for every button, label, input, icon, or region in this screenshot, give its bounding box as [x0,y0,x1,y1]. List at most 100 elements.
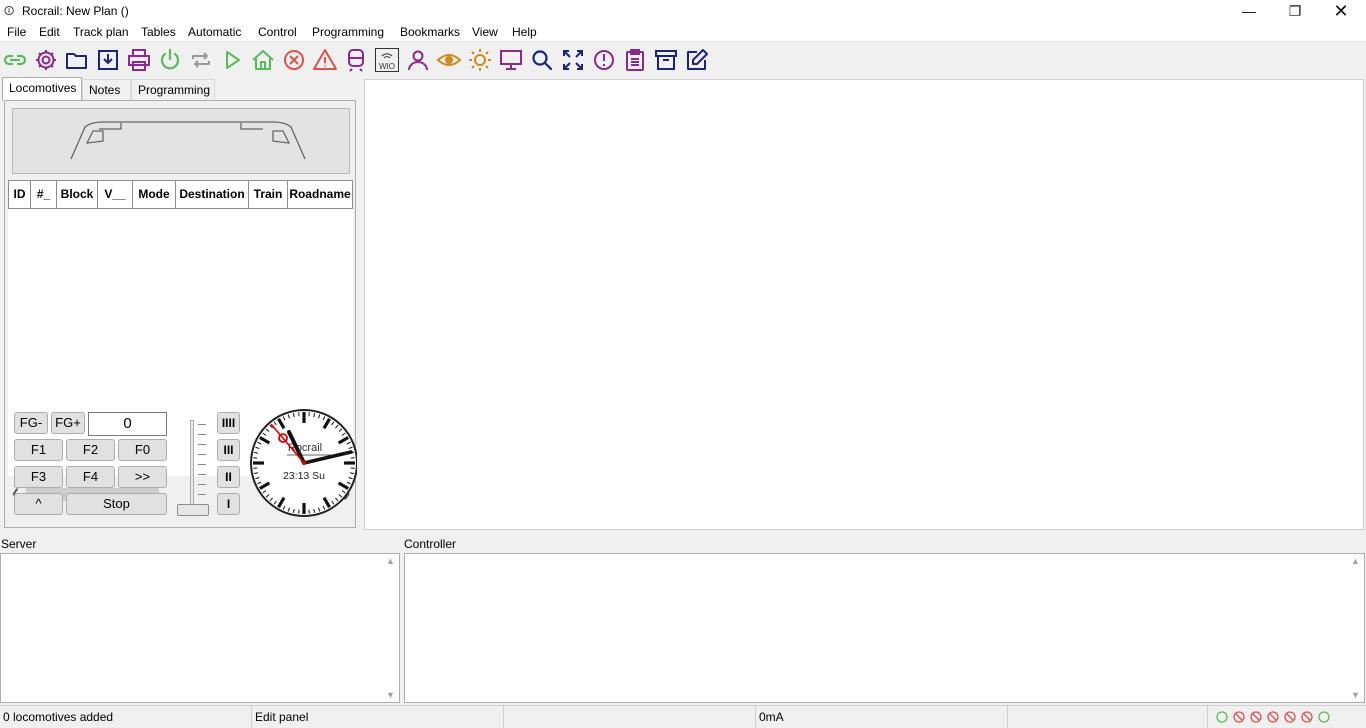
menu-help[interactable]: Help [512,25,537,39]
title-bar: 🛈 Rocrail: New Plan () — ❐ ✕ [0,0,1366,22]
menu-tables[interactable]: Tables [141,25,176,39]
menu-bookmarks[interactable]: Bookmarks [400,25,460,39]
direction-button[interactable]: ^ [14,493,63,515]
status-blocked-icon [1233,711,1245,723]
column-header-mode[interactable]: Mode [132,180,176,209]
column-header-block[interactable]: Block [56,180,98,209]
open-folder-icon[interactable] [64,47,90,73]
tab-notes[interactable]: Notes [82,79,131,101]
edit-icon[interactable] [684,47,710,73]
f2-button[interactable]: F2 [66,439,115,461]
settings-icon[interactable] [33,47,59,73]
server-log-scrollbar[interactable]: ▲ ▼ [382,554,399,702]
scroll-down-icon[interactable]: ▼ [386,690,395,700]
scroll-down-icon[interactable]: ▼ [1351,690,1360,700]
column-header-roadname[interactable]: Roadname [287,180,353,209]
menu-programming[interactable]: Programming [312,25,384,39]
menu-view[interactable]: View [472,25,498,39]
tab-locomotives[interactable]: Locomotives [2,77,82,101]
info-icon[interactable] [591,47,617,73]
play-icon[interactable] [219,47,245,73]
scroll-up-icon[interactable]: ▲ [386,556,395,566]
minimize-button[interactable]: — [1226,0,1272,22]
column-header-train[interactable]: Train [248,180,288,209]
status-bar: 0 locomotives added Edit panel 0mA [0,705,1366,728]
power-icon[interactable] [157,47,183,73]
fg-plus-button[interactable]: FG+ [51,412,85,434]
f4-button[interactable]: F4 [66,466,115,488]
speed-input[interactable]: 0 [88,412,167,436]
restore-button[interactable]: ❐ [1272,0,1318,22]
controller-log-scrollbar[interactable]: ▲ ▼ [1347,554,1364,702]
column-header-id[interactable]: ID [8,180,31,209]
clipboard-icon[interactable] [622,47,648,73]
speed-slider[interactable] [190,420,194,512]
more-functions-button[interactable]: >> [118,466,167,488]
server-log[interactable]: ▲ ▼ [0,553,400,703]
slider-tick [198,434,206,435]
locomotive-image[interactable] [12,108,350,174]
menu-track-plan[interactable]: Track plan [73,25,129,39]
menu-file[interactable]: File [7,25,26,39]
status-blocked-icon [1267,711,1279,723]
menu-control[interactable]: Control [258,25,297,39]
monitor-icon[interactable] [498,47,524,73]
scroll-up-icon[interactable]: ▲ [1351,556,1360,566]
toolbar: WIO [0,43,1366,77]
fg-minus-button[interactable]: FG- [14,412,48,434]
status-mode: Edit panel [252,706,504,728]
gear-4-button[interactable]: IIII [217,412,240,434]
speed-slider-handle[interactable] [177,504,209,516]
f1-button[interactable]: F1 [14,439,63,461]
search-icon[interactable] [529,47,555,73]
status-empty [504,706,756,728]
wio-icon[interactable]: WIO [374,47,400,73]
f3-button[interactable]: F3 [14,466,63,488]
window-title: Rocrail: New Plan () [22,4,129,18]
user-icon[interactable] [405,47,431,73]
stop-icon[interactable] [281,47,307,73]
status-ok-icon [1318,711,1330,723]
home-icon[interactable] [250,47,276,73]
slider-tick [198,484,206,485]
sun-icon[interactable] [467,47,493,73]
gear-2-button[interactable]: II [217,466,240,488]
status-ok-icon [1216,711,1228,723]
station-clock[interactable]: Rocrail 23:13 Su [249,406,358,520]
slider-tick [198,424,206,425]
server-label: Server [1,537,37,551]
menu-automatic[interactable]: Automatic [188,25,241,39]
tab-label: Notes [89,83,121,97]
print-icon[interactable] [126,47,152,73]
column-header-number[interactable]: #_ [30,180,57,209]
slider-tick [198,474,206,475]
clock-time-text: 23:13 Su [283,470,325,482]
tab-programming[interactable]: Programming [131,79,215,101]
menu-edit[interactable]: Edit [39,25,60,39]
column-header-speed[interactable]: V__ [97,180,133,209]
archive-icon[interactable] [653,47,679,73]
tab-label: Programming [138,83,211,97]
slider-tick [198,444,206,445]
save-icon[interactable] [95,47,121,73]
rocrail-window: 🛈 Rocrail: New Plan () — ❐ ✕ File Edit T… [0,0,1366,728]
stop-button[interactable]: Stop [66,493,167,515]
rocrail-app-icon[interactable]: 🛈 [4,4,14,21]
f0-button[interactable]: F0 [118,439,167,461]
table-header: ID #_ Block V__ Mode Destination Train R… [8,180,353,209]
fullscreen-icon[interactable] [560,47,586,73]
gear-3-button[interactable]: III [217,439,240,461]
train-icon[interactable] [343,47,369,73]
warning-icon[interactable] [312,47,338,73]
track-plan-canvas[interactable] [364,79,1364,530]
close-button[interactable]: ✕ [1318,0,1364,22]
status-empty-2 [1008,706,1208,728]
gear-1-button[interactable]: I [217,493,240,515]
menu-bar: File Edit Track plan Tables Automatic Co… [0,22,1366,42]
repeat-icon[interactable] [188,47,214,73]
controller-log[interactable]: ▲ ▼ [404,553,1365,703]
column-header-destination[interactable]: Destination [175,180,249,209]
connect-icon[interactable] [2,47,28,73]
status-message: 0 locomotives added [0,706,252,728]
eye-icon[interactable] [436,47,462,73]
